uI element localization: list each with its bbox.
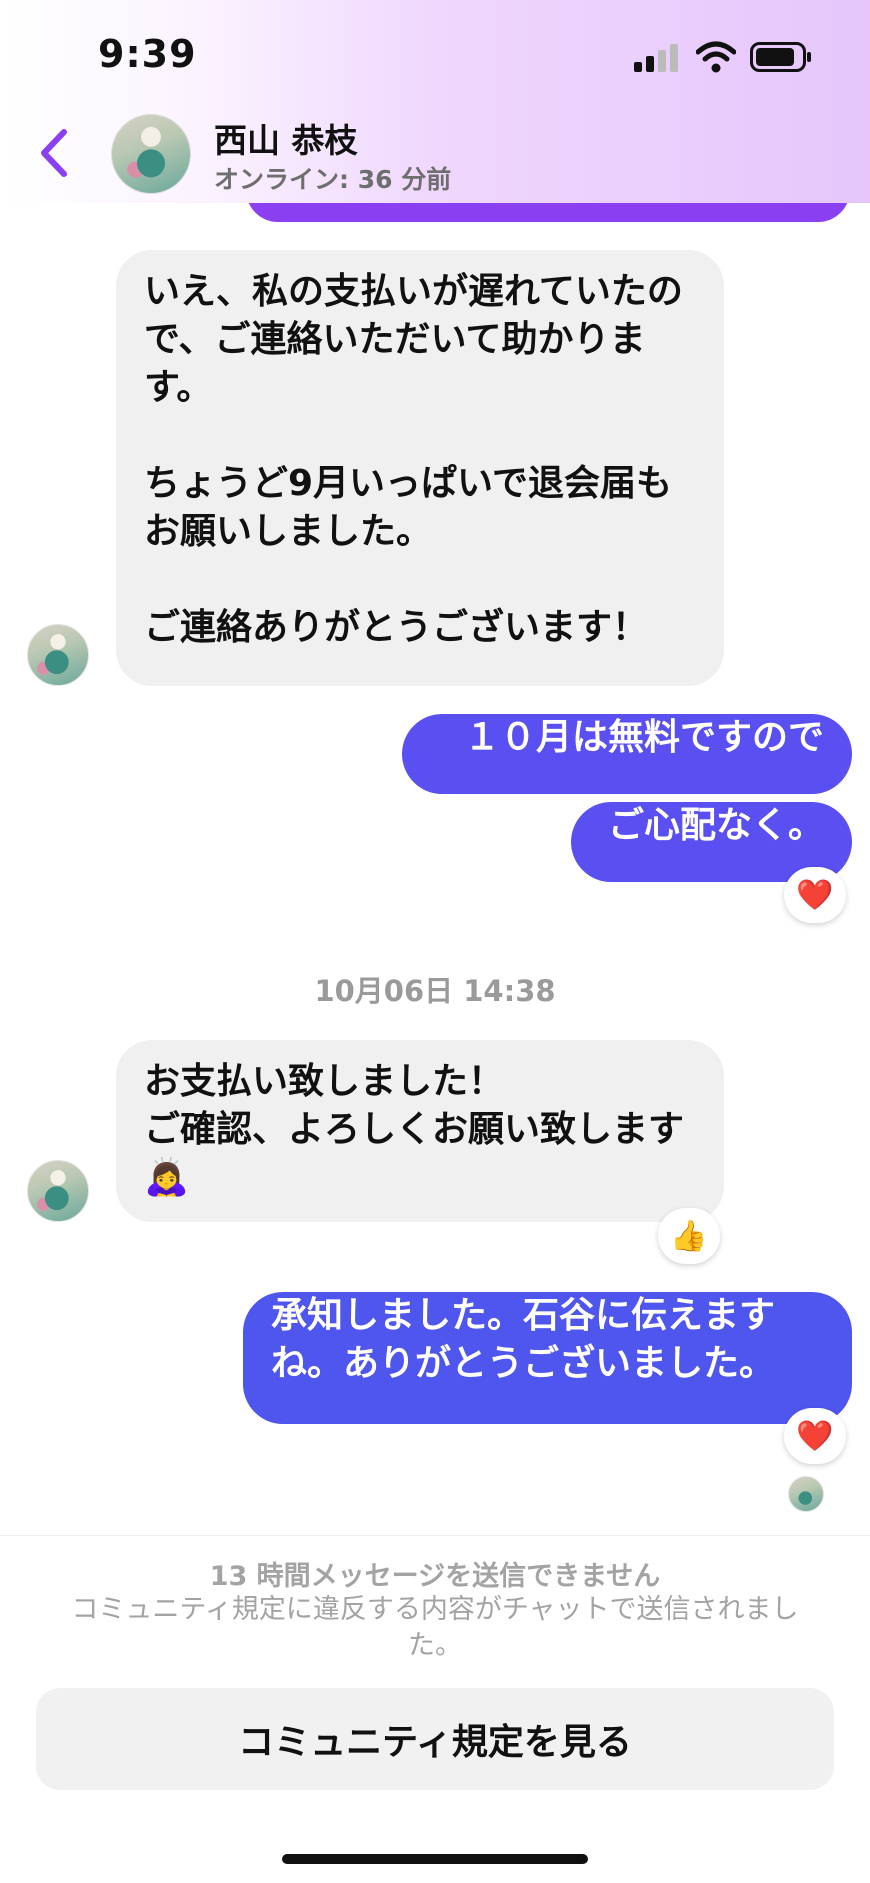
chat-header: 9:39 西山 恭枝 オンライン: 36 分前 bbox=[0, 0, 870, 203]
message-bubble-outgoing[interactable]: 承知しました。石谷に伝えますね。ありがとうございました。 bbox=[243, 1292, 852, 1424]
read-receipt-avatar bbox=[788, 1476, 824, 1512]
heart-reaction-icon[interactable]: ❤️ bbox=[784, 867, 846, 923]
contact-name[interactable]: 西山 恭枝 bbox=[214, 114, 358, 162]
contact-avatar[interactable] bbox=[111, 114, 191, 194]
sender-avatar[interactable] bbox=[27, 624, 89, 686]
message-bubble-incoming[interactable]: いえ、私の支払いが遅れていたので、ご連絡いただいて助かります。 ちょうど9月いっ… bbox=[116, 250, 724, 686]
contact-online-status: オンライン: 36 分前 bbox=[214, 165, 452, 194]
message-bubble-incoming[interactable]: お支払い致しました！ ご確認、よろしくお願い致します🙇‍♀️ bbox=[116, 1040, 724, 1222]
chevron-left-icon bbox=[41, 129, 67, 177]
sender-avatar[interactable] bbox=[27, 1160, 89, 1222]
cellular-signal-icon bbox=[634, 44, 680, 72]
heart-reaction-icon[interactable]: ❤️ bbox=[784, 1408, 846, 1464]
back-button[interactable] bbox=[34, 126, 74, 180]
wifi-icon bbox=[696, 41, 736, 73]
date-separator: 10月06日 14:38 bbox=[314, 974, 556, 1008]
home-indicator[interactable] bbox=[282, 1854, 588, 1864]
battery-icon bbox=[750, 42, 811, 72]
footer-divider bbox=[0, 1535, 870, 1536]
restriction-notice-title: 13 時間メッセージを送信できません bbox=[209, 1561, 661, 1592]
view-community-guidelines-button[interactable]: コミュニティ規定を見る bbox=[36, 1688, 834, 1790]
status-time: 9:39 bbox=[98, 32, 197, 76]
thumbs-up-reaction-icon[interactable]: 👍 bbox=[658, 1208, 720, 1264]
restriction-notice-body: コミュニティ規定に違反する内容がチャットで送信されました。 bbox=[71, 1594, 799, 1661]
message-bubble-outgoing[interactable]: １０月は無料ですので bbox=[402, 714, 852, 794]
